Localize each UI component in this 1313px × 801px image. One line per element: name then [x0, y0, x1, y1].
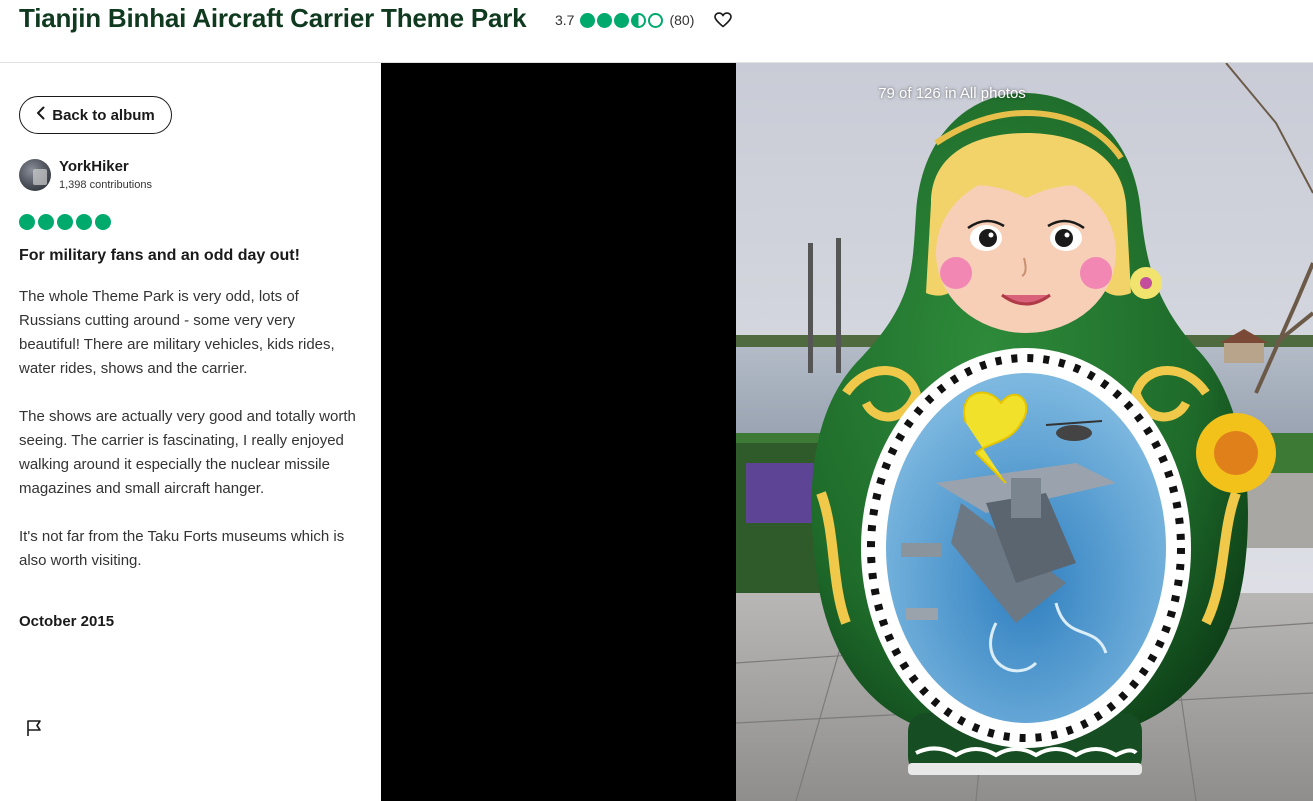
back-button-label: Back to album: [52, 106, 155, 124]
rating-bubble-full: [57, 214, 73, 230]
main-photo[interactable]: [736, 63, 1313, 801]
rating-bubble-empty: [648, 12, 664, 28]
rating-value: 3.7: [555, 12, 575, 28]
header: Tianjin Binhai Aircraft Carrier Theme Pa…: [0, 0, 1313, 63]
rating-bubble-half: [631, 12, 647, 28]
rating-bubble-full: [19, 214, 35, 230]
rating-bubble-full: [597, 12, 613, 28]
rating-bubble-full: [580, 12, 596, 28]
rating-bubble-full: [614, 12, 630, 28]
page-title: Tianjin Binhai Aircraft Carrier Theme Pa…: [19, 3, 527, 33]
reviewer-info[interactable]: YorkHiker 1,398 contributions: [19, 158, 152, 191]
review-panel: Back to album YorkHiker 1,398 contributi…: [0, 63, 381, 801]
flag-icon[interactable]: [25, 718, 45, 738]
photo-counter: 79 of 126 in All photos: [878, 85, 1026, 102]
review-title: For military fans and an odd day out!: [19, 247, 300, 264]
review-paragraph: It's not far from the Taku Forts museums…: [19, 528, 345, 569]
review-date: October 2015: [19, 613, 115, 630]
rating-summary[interactable]: 3.7 (80): [555, 9, 734, 31]
rating-bubble-full: [95, 214, 111, 230]
back-to-album-button[interactable]: Back to album: [19, 96, 172, 134]
chevron-left-icon: [36, 106, 46, 124]
review-body: The whole Theme Park is very odd, lots o…: [19, 285, 359, 597]
avatar[interactable]: [19, 158, 51, 191]
heart-icon[interactable]: [712, 9, 734, 31]
photo-viewer: 79 of 126 in All photos: [381, 63, 1313, 801]
review-rating-bubbles: [19, 214, 111, 230]
reviewer-name[interactable]: YorkHiker: [59, 158, 152, 176]
rating-bubble-full: [38, 214, 54, 230]
review-count[interactable]: (80): [669, 12, 694, 28]
review-paragraph: The whole Theme Park is very odd, lots o…: [19, 288, 335, 377]
rating-bubble-full: [76, 214, 92, 230]
reviewer-contributions: 1,398 contributions: [59, 179, 152, 191]
rating-bubbles: [580, 12, 664, 28]
review-paragraph: The shows are actually very good and tot…: [19, 408, 356, 497]
